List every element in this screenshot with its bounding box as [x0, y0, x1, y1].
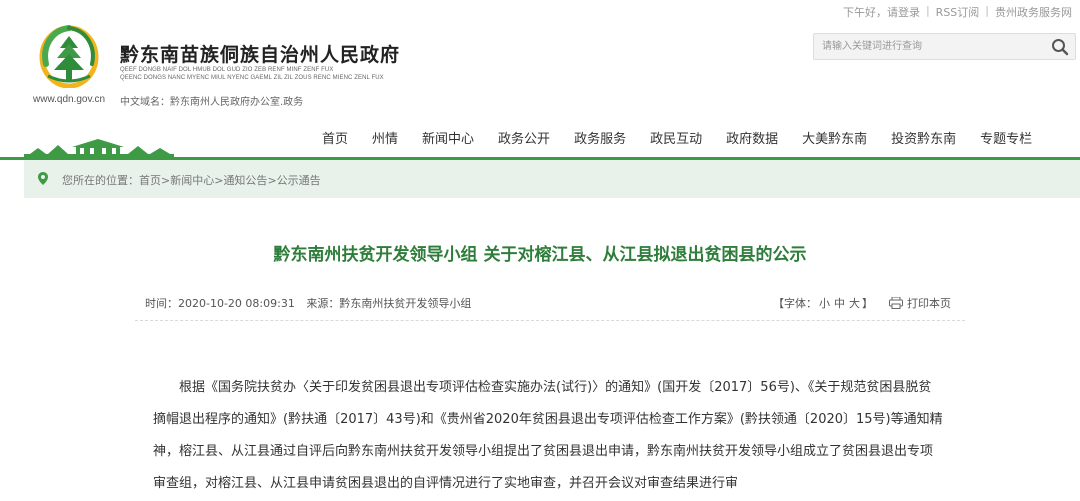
nav-item-gov-affairs[interactable]: 政务公开: [486, 128, 562, 152]
article-body: 根据《国务院扶贫办〈关于印发贫困县退出专项评估检查实施办法(试行)〉的通知》(国…: [153, 372, 943, 500]
site-subtitle-romanized: QEEF DONGB NAIF DOL HMUB DOL GUD ZIO ZEB…: [120, 66, 384, 82]
search-icon[interactable]: [1051, 38, 1069, 56]
breadcrumb-news[interactable]: 新闻中心: [170, 174, 214, 187]
font-large-button[interactable]: 大: [849, 297, 860, 310]
article-title: 黔东南州扶贫开发领导小组 关于对榕江县、从江县拟退出贫困县的公示: [273, 245, 807, 265]
divider: |: [925, 4, 930, 17]
font-small-button[interactable]: 小: [819, 297, 830, 310]
breadcrumb-separator: >: [267, 174, 277, 187]
breadcrumb-bar: 您所在的位置：首页>新闻中心>通知公告>公示通告: [24, 160, 1080, 198]
breadcrumb-announcements[interactable]: 公示通告: [277, 174, 321, 187]
nav-item-beautiful-qdn[interactable]: 大美黔东南: [790, 128, 879, 152]
search-box: [813, 33, 1076, 60]
portal-link[interactable]: 贵州政务服务网: [995, 4, 1072, 20]
breadcrumb-notices[interactable]: 通知公告: [223, 174, 267, 187]
print-page-button[interactable]: 打印本页: [889, 295, 951, 311]
nav-item-home[interactable]: 首页: [300, 128, 360, 152]
main-nav: 首页 州情 新闻中心 政务公开 政务服务 政民互动 政府数据 大美黔东南 投资黔…: [300, 128, 1044, 152]
font-size-bracket: 】: [862, 297, 873, 310]
search-input[interactable]: [814, 34, 1034, 59]
login-link[interactable]: 下午好，请登录: [843, 4, 920, 20]
print-label: 打印本页: [907, 297, 951, 310]
breadcrumb-prefix: 您所在的位置：: [62, 174, 139, 187]
top-utility-bar: 下午好，请登录 | RSS订阅 | 贵州政务服务网: [0, 0, 1080, 22]
article-paragraph: 根据《国务院扶贫办〈关于印发贫困县退出专项评估检查实施办法(试行)〉的通知》(国…: [153, 380, 943, 491]
site-url: www.qdn.gov.cn: [33, 94, 106, 105]
government-emblem-logo[interactable]: [38, 24, 100, 88]
breadcrumb-home[interactable]: 首页: [139, 174, 161, 187]
rss-link[interactable]: RSS订阅: [936, 4, 980, 20]
breadcrumb-separator: >: [161, 174, 171, 187]
subtitle-line: QEENC DONGS NANC MYENC MIUL NYENC GAEML …: [120, 75, 384, 81]
meta-divider: [135, 320, 965, 321]
nav-item-gov-services[interactable]: 政务服务: [562, 128, 638, 152]
nav-item-special-topics[interactable]: 专题专栏: [968, 128, 1044, 152]
font-size-control: 【字体：小中大】: [773, 295, 873, 311]
publish-time: 时间：2020-10-20 08:09:31: [145, 297, 295, 310]
nav-item-interaction[interactable]: 政民互动: [638, 128, 714, 152]
location-pin-icon: [38, 172, 48, 185]
font-size-label: 【字体：: [773, 297, 817, 310]
chinese-domain-label: 中文域名：黔东南州人民政府办公室.政务: [120, 97, 304, 108]
nav-item-news[interactable]: 新闻中心: [410, 128, 486, 152]
font-medium-button[interactable]: 中: [834, 297, 845, 310]
subtitle-line: QEEF DONGB NAIF DOL HMUB DOL GUD ZIO ZEB…: [120, 67, 334, 73]
divider: |: [985, 4, 989, 17]
topbar-links: 下午好，请登录 | RSS订阅 | 贵州政务服务网: [843, 4, 1072, 20]
article-source: 来源：黔东南州扶贫开发领导小组: [306, 297, 472, 310]
article-meta: 时间：2020-10-20 08:09:31 来源：黔东南州扶贫开发领导小组: [145, 295, 471, 311]
nav-item-state-info[interactable]: 州情: [360, 128, 410, 152]
nav-item-invest-qdn[interactable]: 投资黔东南: [879, 128, 968, 152]
printer-icon: [889, 297, 903, 309]
site-title[interactable]: 黔东南苗族侗族自治州人民政府: [120, 40, 400, 67]
nav-item-gov-data[interactable]: 政府数据: [714, 128, 790, 152]
breadcrumb: 您所在的位置：首页>新闻中心>通知公告>公示通告: [62, 172, 321, 188]
